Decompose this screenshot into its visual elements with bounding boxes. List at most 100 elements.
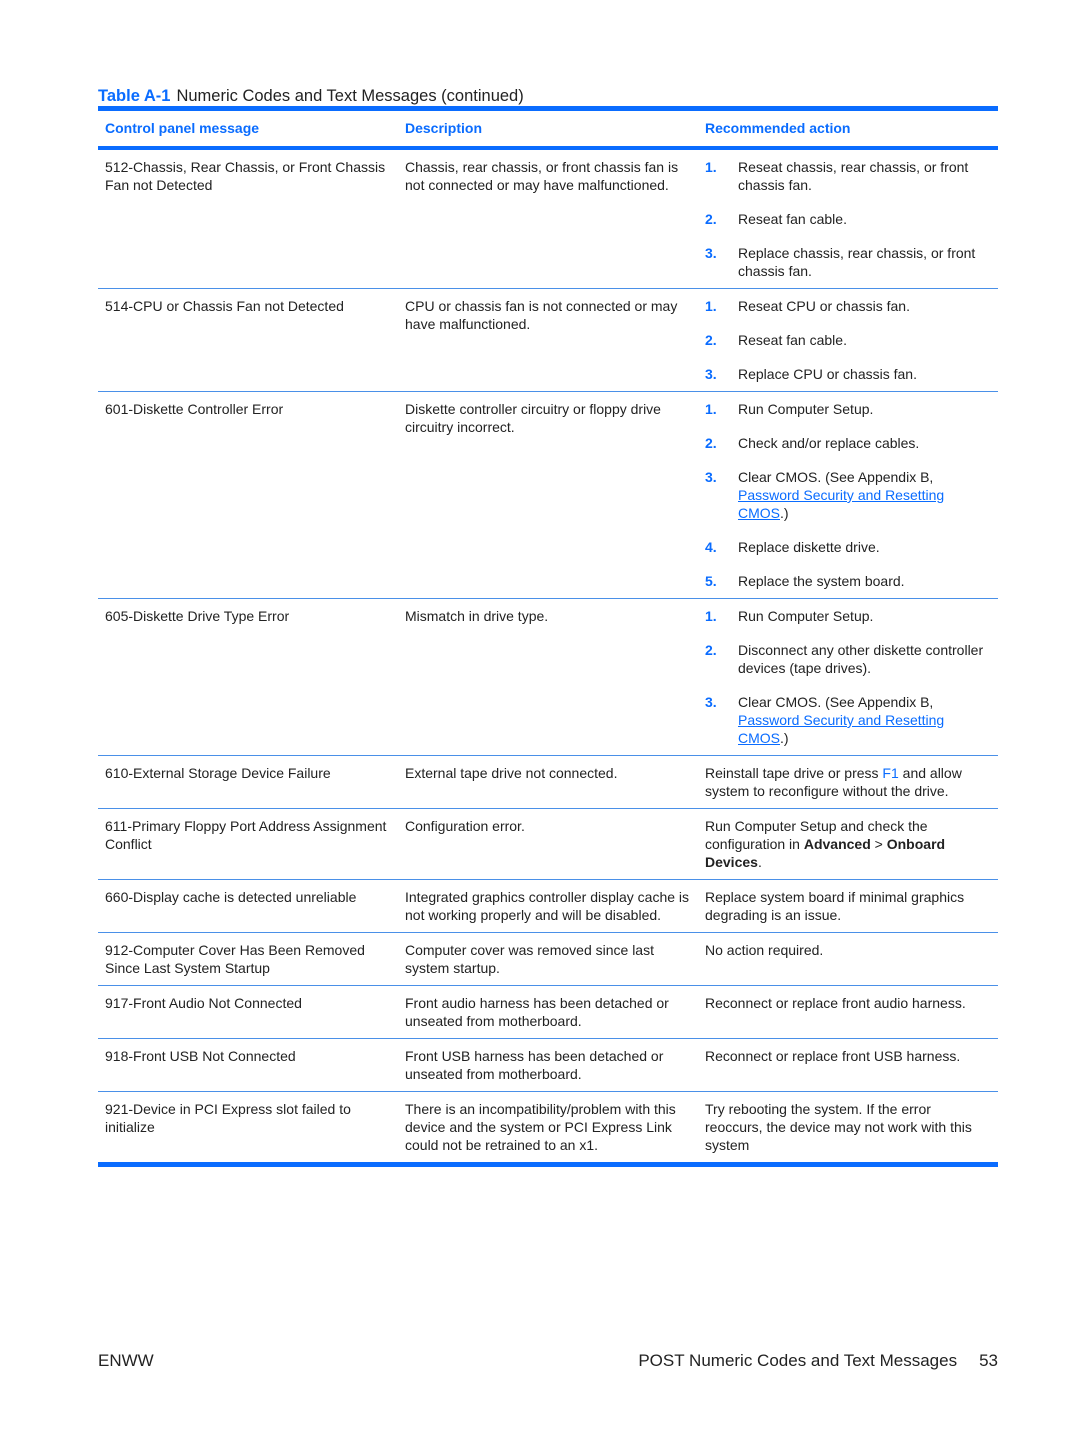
action-step: 1. Run Computer Setup.	[705, 400, 991, 418]
message-cell: 610-External Storage Device Failure	[105, 765, 331, 781]
table-bottom-rule	[98, 1162, 998, 1167]
table-row: 514-CPU or Chassis Fan not Detected CPU …	[98, 289, 998, 391]
step-number: 3.	[705, 245, 717, 261]
table-row: 912-Computer Cover Has Been Removed Sinc…	[98, 933, 998, 985]
action-step: 3. Replace CPU or chassis fan.	[705, 365, 991, 383]
action-cell: Try rebooting the system. If the error r…	[705, 1101, 972, 1153]
step-number: 3.	[705, 366, 717, 382]
step-text-after: .)	[780, 505, 789, 521]
step-text: Disconnect any other diskette controller…	[738, 642, 984, 676]
table-label: Table A-1	[98, 87, 171, 105]
page-number: 53	[979, 1351, 998, 1370]
action-cell: Reconnect or replace front audio harness…	[705, 995, 966, 1011]
table-row: 917-Front Audio Not Connected Front audi…	[98, 986, 998, 1038]
table-caption: Numeric Codes and Text Messages (continu…	[176, 87, 524, 105]
step-number: 1.	[705, 401, 717, 417]
codes-table: Control panel message Description Recomm…	[98, 106, 998, 1167]
description-cell: Chassis, rear chassis, or front chassis …	[405, 159, 679, 193]
step-text: Check and/or replace cables.	[738, 435, 920, 451]
description-cell: Front audio harness has been detached or…	[405, 995, 669, 1029]
description-cell: External tape drive not connected.	[405, 765, 618, 781]
action-cell: Run Computer Setup and check the configu…	[698, 817, 998, 871]
action-steps: 1. Reseat chassis, rear chassis, or front…	[705, 158, 991, 280]
step-text-before: Clear CMOS. (See Appendix B,	[738, 694, 934, 710]
action-step: 2. Reseat fan cable.	[705, 210, 991, 228]
step-text: Reseat chassis, rear chassis, or front c…	[738, 159, 969, 193]
message-cell: 917-Front Audio Not Connected	[105, 995, 302, 1011]
action-steps: 1. Run Computer Setup. 2. Check and/or rep…	[705, 400, 991, 590]
action-cell: Replace system board if minimal graphics…	[705, 889, 965, 923]
action-steps: 1. Run Computer Setup. 2. Disconnect any o…	[705, 607, 991, 747]
step-number: 3.	[705, 694, 717, 710]
step-number: 1.	[705, 608, 717, 624]
password-security-cmos-link[interactable]: Password Security and Resetting CMOS	[738, 487, 944, 521]
description-cell: There is an incompatibility/problem with…	[405, 1101, 676, 1153]
password-security-cmos-link[interactable]: Password Security and Resetting CMOS	[738, 712, 944, 746]
action-step: 3. Clear CMOS. (See Appendix B, Password …	[705, 693, 991, 747]
step-text: Run Computer Setup.	[738, 608, 874, 624]
message-cell: 514-CPU or Chassis Fan not Detected	[105, 298, 344, 314]
header-recommended-action: Recommended action	[705, 120, 851, 136]
step-number: 1.	[705, 298, 717, 314]
action-text-before: Reinstall tape drive or press	[705, 765, 883, 781]
description-cell: Configuration error.	[405, 818, 525, 834]
step-number: 2.	[705, 332, 717, 348]
footer-section-title: POST Numeric Codes and Text Messages	[638, 1351, 958, 1370]
step-text: Replace the system board.	[738, 573, 905, 589]
action-step: 3. Clear CMOS. (See Appendix B, Password …	[705, 468, 991, 522]
step-text: Replace chassis, rear chassis, or front …	[738, 245, 976, 279]
action-text-after: .	[757, 854, 762, 870]
message-cell: 660-Display cache is detected unreliable	[105, 889, 357, 905]
step-number: 2.	[705, 642, 717, 658]
action-cell: 1. Run Computer Setup. 2. Check and/or rep…	[698, 400, 998, 590]
message-cell: 601-Diskette Controller Error	[105, 401, 284, 417]
table-row: 610-External Storage Device Failure Exte…	[98, 756, 998, 808]
footer-locale: ENWW	[98, 1351, 154, 1370]
step-text: Run Computer Setup.	[738, 401, 874, 417]
action-step: 1. Run Computer Setup.	[705, 607, 991, 625]
step-text: Clear CMOS. (See Appendix B, Password Se…	[738, 693, 991, 747]
description-cell: Computer cover was removed since last sy…	[405, 942, 654, 976]
action-steps: 1. Reseat CPU or chassis fan. 2. Reseat fa…	[705, 297, 991, 383]
f1-key: F1	[882, 765, 899, 781]
action-step: 2. Check and/or replace cables.	[705, 434, 991, 452]
step-number: 3.	[705, 469, 717, 485]
description-cell: Diskette controller circuitry or floppy …	[405, 401, 661, 435]
message-cell: 921-Device in PCI Express slot failed to…	[105, 1101, 351, 1135]
step-number: 4.	[705, 539, 717, 555]
action-cell: Reinstall tape drive or press F1 and all…	[698, 764, 998, 800]
description-cell: Mismatch in drive type.	[405, 608, 549, 624]
description-cell: Integrated graphics controller display c…	[405, 889, 690, 923]
table-row: 605-Diskette Drive Type Error Mismatch i…	[98, 599, 998, 755]
description-cell: Front USB harness has been detached or u…	[405, 1048, 664, 1082]
action-step: 4. Replace diskette drive.	[705, 538, 991, 556]
menu-separator: >	[870, 836, 887, 852]
action-cell: No action required.	[705, 942, 824, 958]
action-cell: 1. Reseat CPU or chassis fan. 2. Reseat fa…	[698, 297, 998, 383]
message-cell: 605-Diskette Drive Type Error	[105, 608, 290, 624]
action-step: 2. Disconnect any other diskette controll…	[705, 641, 991, 677]
action-cell: 1. Run Computer Setup. 2. Disconnect any o…	[698, 607, 998, 747]
menu-advanced: Advanced	[803, 836, 871, 852]
step-text: Reseat CPU or chassis fan.	[738, 298, 910, 314]
header-control-panel-message: Control panel message	[105, 120, 260, 136]
table-row: 611-Primary Floppy Port Address Assignme…	[98, 809, 998, 879]
step-text: Replace CPU or chassis fan.	[738, 366, 917, 382]
step-text: Clear CMOS. (See Appendix B, Password Se…	[738, 468, 991, 522]
table-row: 921-Device in PCI Express slot failed to…	[98, 1092, 998, 1162]
table-row: 512-Chassis, Rear Chassis, or Front Chas…	[98, 150, 998, 288]
action-step: 2. Reseat fan cable.	[705, 331, 991, 349]
table-row: 660-Display cache is detected unreliable…	[98, 880, 998, 932]
action-step: 5. Replace the system board.	[705, 572, 991, 590]
action-step: 1. Reseat CPU or chassis fan.	[705, 297, 991, 315]
step-text: Reseat fan cable.	[738, 332, 847, 348]
step-number: 2.	[705, 211, 717, 227]
action-cell: Reconnect or replace front USB harness.	[705, 1048, 961, 1064]
table-title: Table A-1 Numeric Codes and Text Messages…	[98, 86, 524, 106]
footer-section: POST Numeric Codes and Text Messages 53	[638, 1351, 998, 1371]
table-row: 918-Front USB Not Connected Front USB ha…	[98, 1039, 998, 1091]
action-step: 1. Reseat chassis, rear chassis, or front…	[705, 158, 991, 194]
description-cell: CPU or chassis fan is not connected or m…	[405, 298, 678, 332]
step-number: 5.	[705, 573, 717, 589]
step-text-before: Clear CMOS. (See Appendix B,	[738, 469, 934, 485]
